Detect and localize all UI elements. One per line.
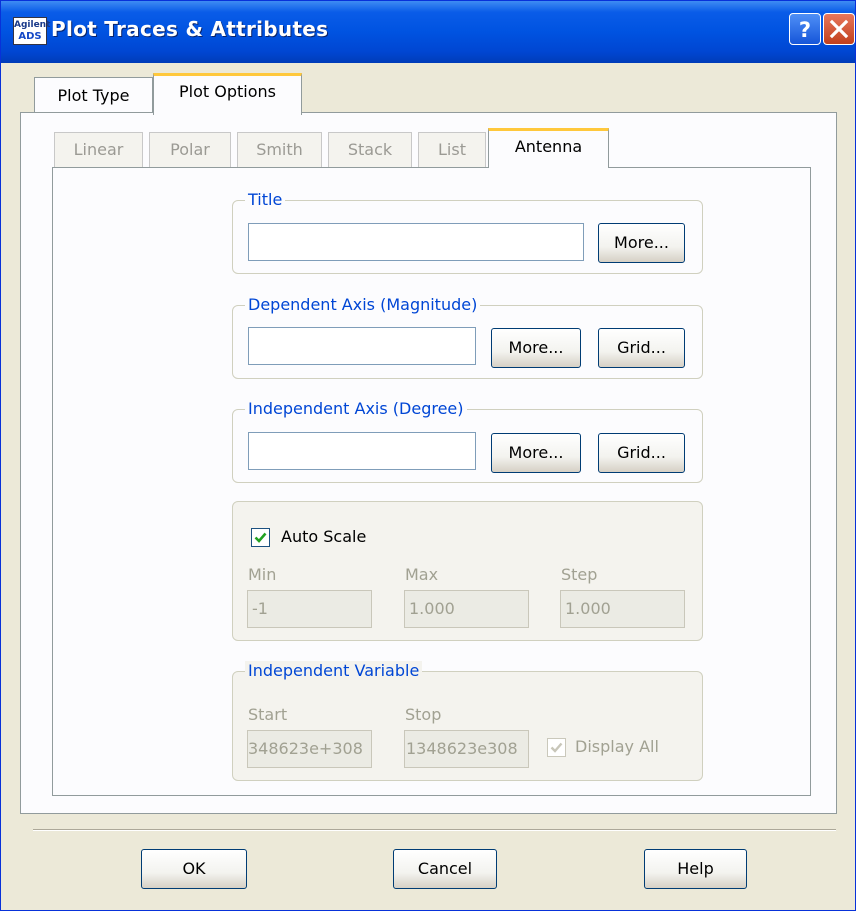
close-icon <box>829 19 849 39</box>
max-input[interactable]: 1.000 <box>404 590 529 628</box>
stop-label: Stop <box>405 705 442 724</box>
cancel-button[interactable]: Cancel <box>393 849 497 889</box>
help-button[interactable]: Help <box>644 849 747 889</box>
start-input[interactable]: 348623e+308 <box>247 730 372 768</box>
title-input[interactable] <box>248 223 584 261</box>
tab-plot-type[interactable]: Plot Type <box>34 77 153 115</box>
step-label: Step <box>561 565 598 584</box>
checkmark-icon <box>254 532 267 543</box>
dependent-axis-input[interactable] <box>248 327 476 365</box>
subtab-stack[interactable]: Stack <box>328 132 412 168</box>
auto-scale-label[interactable]: Auto Scale <box>281 527 366 546</box>
dependent-axis-label: Dependent Axis (Magnitude) <box>245 295 481 315</box>
subtab-linear[interactable]: Linear <box>54 132 143 168</box>
window-title: Plot Traces & Attributes <box>51 17 329 41</box>
independent-variable-label: Independent Variable <box>245 661 423 681</box>
display-all-checkbox[interactable] <box>547 738 566 757</box>
question-icon: ? <box>799 18 811 42</box>
app-icon-top-text: Agilent <box>14 20 51 30</box>
tab-plot-options[interactable]: Plot Options <box>153 73 302 115</box>
auto-scale-checkbox[interactable] <box>251 528 270 547</box>
help-title-button[interactable]: ? <box>789 13 821 45</box>
max-label: Max <box>405 565 439 584</box>
ads-app-icon: Agilent ADS <box>13 17 51 45</box>
step-input[interactable]: 1.000 <box>560 590 685 628</box>
stop-input[interactable]: 1348623e308 <box>404 730 529 768</box>
svg-text:?: ? <box>799 18 811 42</box>
subtab-smith[interactable]: Smith <box>237 132 322 168</box>
dependent-axis-more-button[interactable]: More... <box>491 328 581 368</box>
dialog-window: Agilent ADS Plot Traces & Attributes ? P… <box>0 0 856 911</box>
dependent-axis-grid-button[interactable]: Grid... <box>598 328 685 368</box>
independent-axis-label: Independent Axis (Degree) <box>245 399 467 419</box>
close-title-button[interactable] <box>823 13 855 45</box>
subtab-list[interactable]: List <box>418 132 486 168</box>
title-bar[interactable]: Agilent ADS Plot Traces & Attributes ? <box>1 1 855 63</box>
independent-axis-input[interactable] <box>248 432 476 470</box>
display-all-label[interactable]: Display All <box>575 737 659 756</box>
title-more-button[interactable]: More... <box>598 223 685 263</box>
subtab-polar[interactable]: Polar <box>149 132 231 168</box>
footer-separator <box>33 829 836 831</box>
start-label: Start <box>248 705 288 724</box>
independent-axis-more-button[interactable]: More... <box>491 433 581 473</box>
min-label: Min <box>248 565 277 584</box>
checkmark-icon <box>550 742 563 753</box>
app-icon-bottom-text: ADS <box>18 31 42 42</box>
independent-axis-grid-button[interactable]: Grid... <box>598 433 685 473</box>
title-group-label: Title <box>245 190 286 210</box>
min-input[interactable]: -1 <box>247 590 372 628</box>
subtab-antenna[interactable]: Antenna <box>488 128 609 168</box>
ok-button[interactable]: OK <box>141 849 247 889</box>
